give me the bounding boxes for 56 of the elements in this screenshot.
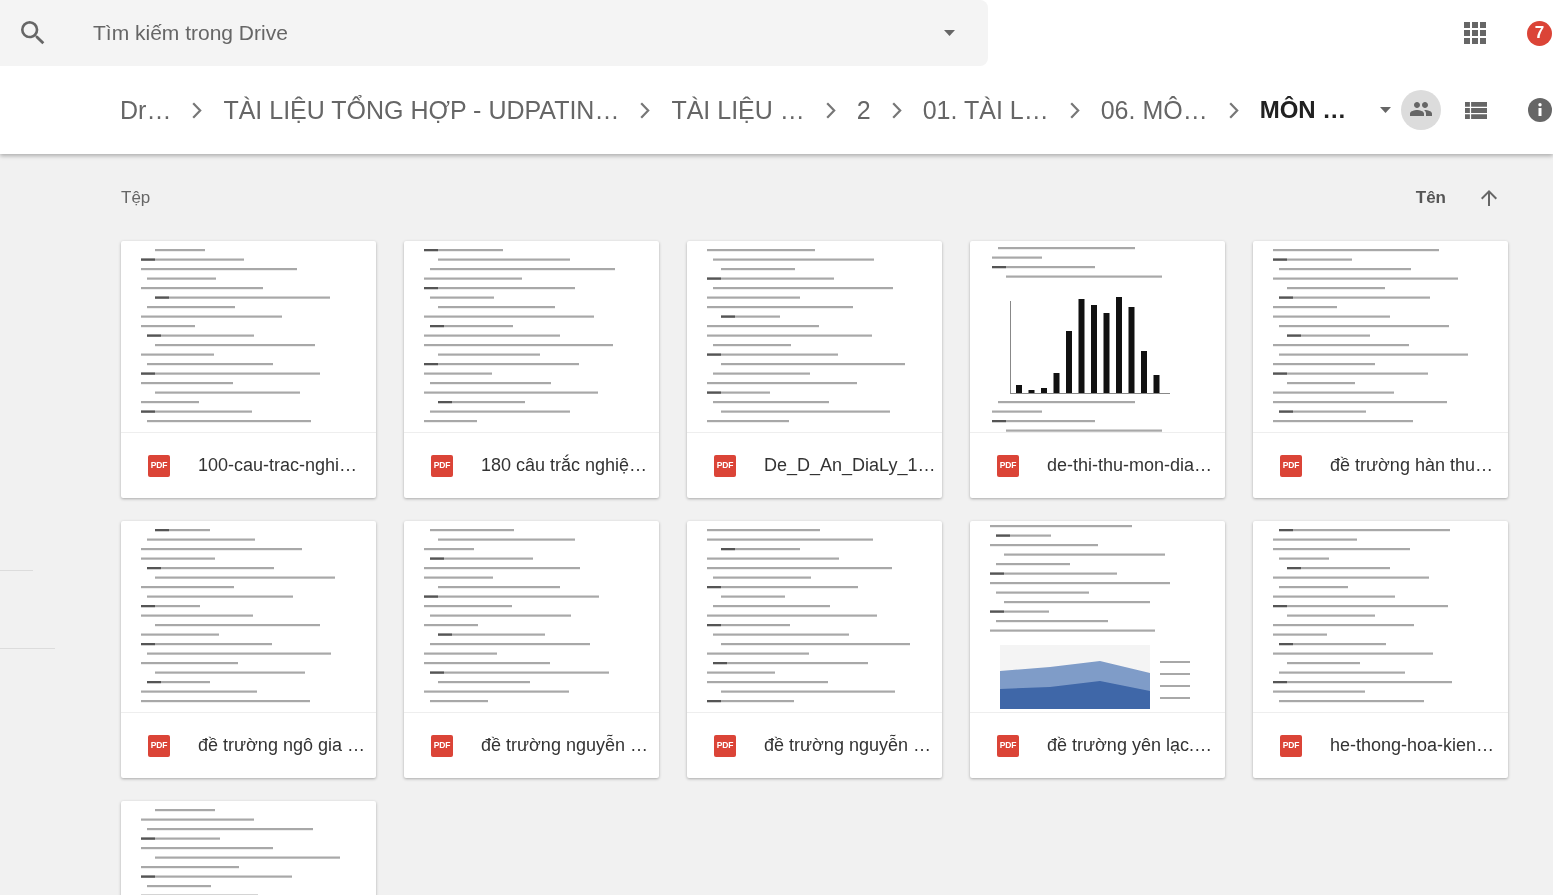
breadcrumb-link[interactable]: TÀI LIỆU …	[671, 95, 805, 125]
list-view-icon[interactable]	[1465, 101, 1487, 119]
file-card[interactable]: PDF de-thi-thu-mon-dia…	[970, 241, 1225, 498]
file-name: 180 câu trắc nghiệ…	[481, 453, 648, 477]
breadcrumb-link[interactable]: Dr…	[120, 95, 172, 125]
pdf-icon: PDF	[714, 734, 736, 757]
file-name: đề trường yên lạc.…	[1047, 734, 1212, 757]
file-name: De_D_An_DiaLy_1…	[764, 454, 936, 478]
pdf-icon: PDF	[997, 734, 1019, 757]
file-card[interactable]: PDF he-thong-hoa-kien…	[1253, 521, 1508, 778]
file-name: he-thong-hoa-kien…	[1330, 734, 1495, 757]
people-icon[interactable]	[1401, 90, 1441, 130]
file-card[interactable]: PDF đề trường hàn thu…	[1253, 241, 1508, 498]
file-name: đề trường hàn thu…	[1330, 454, 1493, 477]
pdf-icon: PDF	[148, 454, 170, 477]
pdf-icon: PDF	[997, 454, 1019, 477]
file-card[interactable]: PDF đề trường nguyễn …	[687, 521, 942, 778]
apps-grid-icon[interactable]	[1464, 22, 1486, 44]
search-bar[interactable]: Tìm kiếm trong Drive	[0, 0, 988, 66]
pdf-icon: PDF	[714, 454, 736, 477]
search-field[interactable]: Tìm kiếm trong Drive	[93, 17, 904, 49]
breadcrumb-link[interactable]: 06. MÔ…	[1100, 95, 1208, 125]
chevron-right-icon	[1228, 101, 1239, 119]
chevron-right-icon	[192, 101, 203, 119]
pdf-icon: PDF	[1280, 454, 1302, 477]
file-name: 100-cau-trac-nghi…	[198, 454, 358, 477]
chevron-right-icon	[640, 101, 651, 119]
pdf-icon: PDF	[431, 734, 453, 757]
file-card[interactable]: PDF đề trường nguyễn …	[404, 521, 659, 778]
caret-icon[interactable]	[1380, 107, 1391, 113]
current-folder-button[interactable]: MÔN …	[1259, 95, 1347, 125]
arrow-up-icon[interactable]	[1481, 189, 1497, 206]
file-name: đề trường ngô gia …	[198, 734, 365, 757]
pdf-icon: PDF	[431, 454, 453, 477]
file-card[interactable]: PDF De_D_An_DiaLy_1…	[687, 241, 942, 498]
breadcrumb-link[interactable]: 01. TÀI L…	[922, 95, 1049, 125]
file-card[interactable]: PDF 180 câu trắc nghiệ…	[404, 241, 659, 498]
pdf-icon: PDF	[148, 734, 170, 757]
notification-badge[interactable]: 7	[1527, 20, 1552, 46]
file-card[interactable]: PDF đề trường yên lạc.…	[970, 521, 1225, 778]
search-icon[interactable]	[21, 21, 45, 45]
chevron-right-icon	[891, 101, 902, 119]
file-card[interactable]: PDF đề trường ngô gia …	[121, 521, 376, 778]
pdf-icon: PDF	[1280, 734, 1302, 757]
sort-button[interactable]: Tên	[1415, 184, 1446, 211]
chevron-right-icon	[1069, 101, 1080, 119]
breadcrumb-link[interactable]: 2	[856, 95, 871, 125]
caret-icon[interactable]	[944, 30, 955, 36]
breadcrumb-link[interactable]: TÀI LIỆU TỔNG HỢP - UDPATIN…	[223, 95, 620, 125]
file-name: de-thi-thu-mon-dia…	[1047, 454, 1213, 477]
section-title: Tệp	[121, 186, 151, 209]
file-name: đề trường nguyễn …	[764, 733, 931, 757]
file-name: đề trường nguyễn …	[481, 733, 648, 757]
file-card[interactable]: PDF 100-cau-trac-nghi…	[121, 241, 376, 498]
chevron-right-icon	[825, 101, 836, 119]
info-icon[interactable]	[1528, 98, 1552, 122]
